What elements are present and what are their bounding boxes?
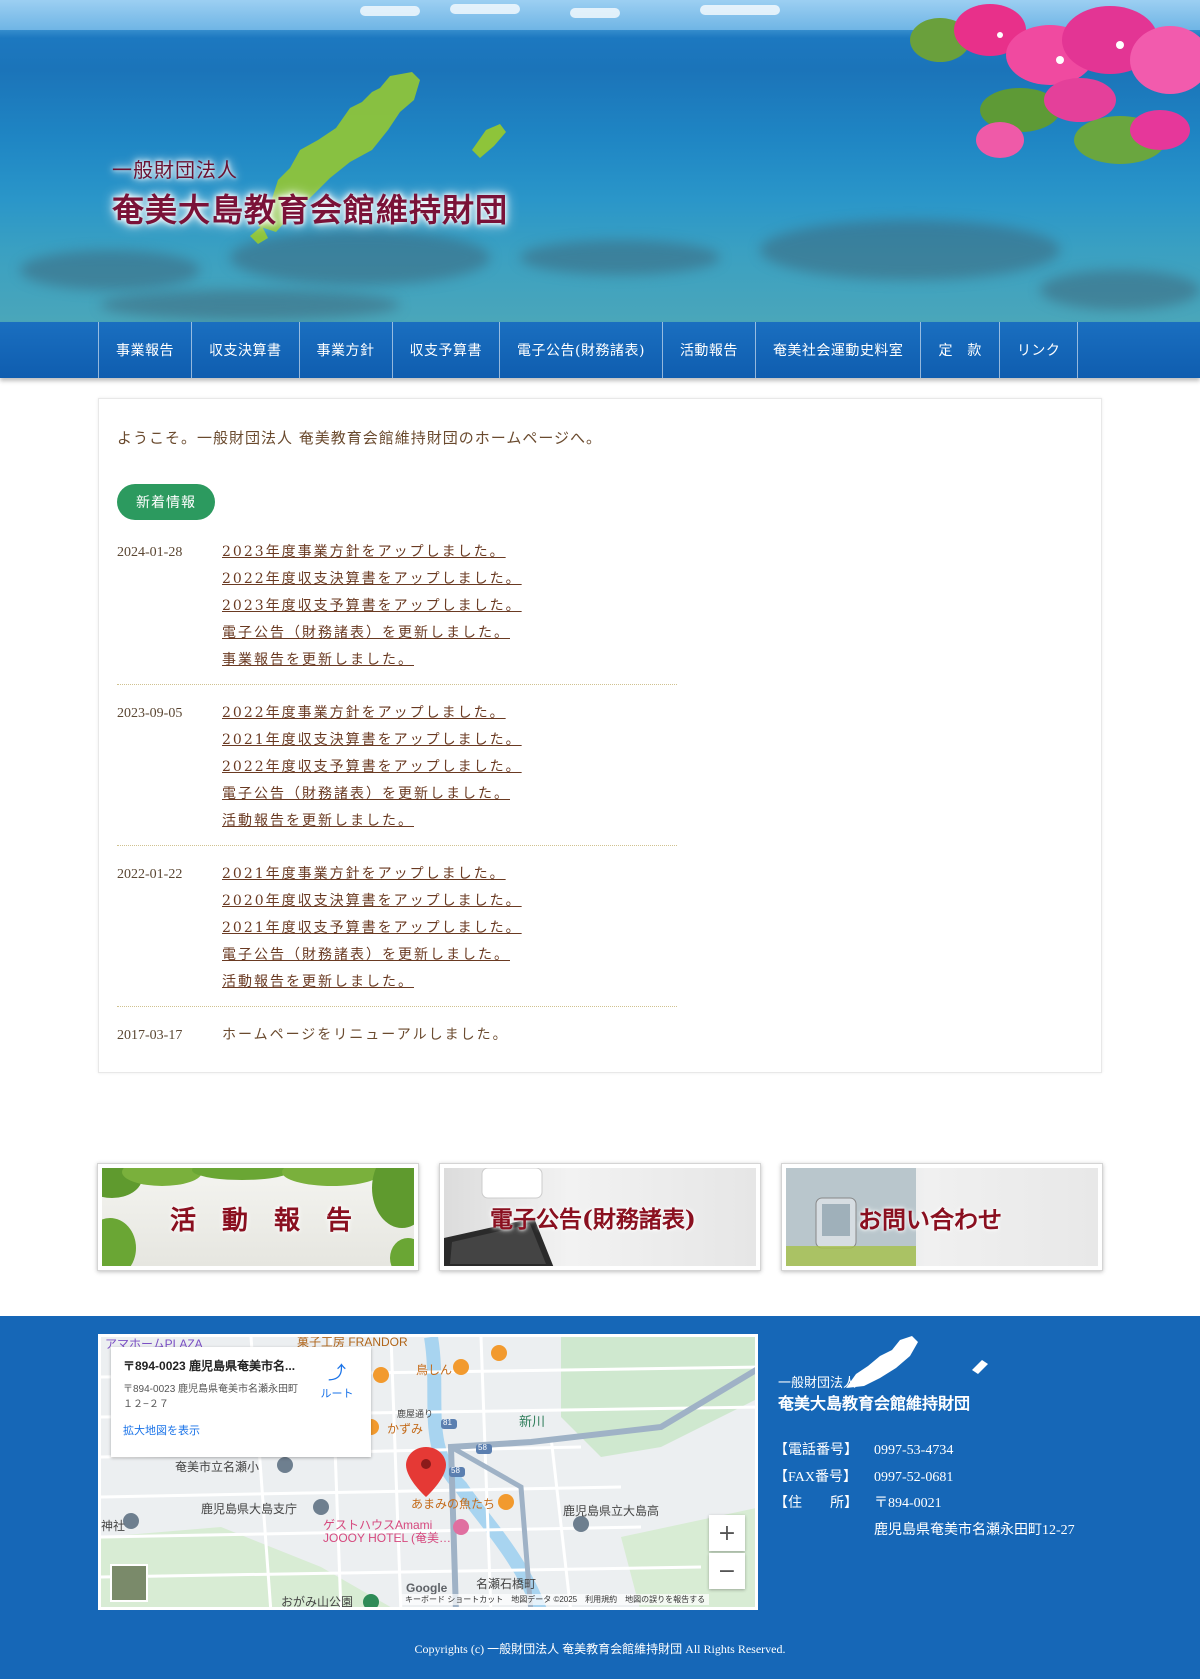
news-date: 2023-09-05 (117, 706, 183, 721)
footer-logo[interactable]: 一般財団法人 奄美大島教育会館維持財団 (776, 1330, 1006, 1420)
logo-org-name: 奄美大島教育会館維持財団 (112, 191, 509, 229)
news-link[interactable]: 2022年度収支決算書をアップしました。 (222, 566, 677, 593)
map-attribution[interactable]: キーボード ショートカット 地図データ ©2025 利用規約 地図の誤りを報告す… (401, 1594, 710, 1605)
contact-info: 【電話番号】 0997-53-4734 【FAX番号】 0997-52-0681… (774, 1438, 1075, 1544)
google-map[interactable]: アマホームPLAZA 菓子工房 FRANDOR 鳥しん かずみ 新川 奄美市立名… (98, 1334, 758, 1610)
news-link[interactable]: 電子公告（財務諸表）を更新しました。 (222, 781, 677, 808)
contact-banner[interactable]: お問い合わせ (781, 1163, 1103, 1271)
logo-org-type: 一般財団法人 (112, 158, 238, 182)
activity-report-banner[interactable]: 活 動 報 告 (97, 1163, 419, 1271)
news-date: 2017-03-17 (117, 1028, 183, 1043)
enlarge-map-link[interactable]: 拡大地図を表示 (123, 1422, 359, 1438)
map-label: 鳥しん (416, 1363, 453, 1377)
main-nav: 事業報告 収支決算書 事業方針 収支予算書 電子公告(財務諸表) 活動報告 奄美… (0, 322, 1200, 378)
nav-item-public-notice[interactable]: 電子公告(財務諸表) (500, 322, 663, 378)
nav-item-archives[interactable]: 奄美社会運動史料室 (756, 322, 922, 378)
activity-report-label: 活 動 報 告 (170, 1206, 353, 1236)
news-list: 2024-01-28 2023年度事業方針をアップしました。 2022年度収支決… (117, 539, 677, 1074)
news-date: 2024-01-28 (117, 545, 183, 560)
map-card-address: 〒894-0023 鹿児島県奄美市名瀬永田町１２−２７ (123, 1384, 299, 1410)
news-link[interactable]: 活動報告を更新しました。 (222, 808, 677, 835)
google-logo: Google (406, 1581, 448, 1595)
news-link[interactable]: 2023年度事業方針をアップしました。 (222, 539, 677, 566)
map-label: あまみの魚たち (411, 1497, 496, 1511)
copyright: Copyrights (c) 一般財団法人 奄美教育会館維持財団 All Rig… (414, 1642, 786, 1656)
address-value: 鹿児島県奄美市名瀬永田町12-27 (874, 1522, 1075, 1538)
map-label: 神社 (101, 1519, 126, 1533)
news-link[interactable]: 2022年度事業方針をアップしました。 (222, 700, 677, 727)
zoom-in-button[interactable]: + (709, 1515, 745, 1551)
map-info-card: 〒894-0023 鹿児島県奄美市名... 〒894-0023 鹿児島県奄美市名… (111, 1347, 371, 1457)
header-banner: 一般財団法人 奄美大島教育会館維持財団 (0, 0, 1200, 322)
news-badge: 新着情報 (117, 484, 215, 520)
road-shield: 58 (478, 1443, 487, 1452)
nav-item-articles[interactable]: 定 款 (921, 322, 1000, 378)
map-label: 鹿児島県立大島高 (563, 1504, 660, 1518)
news-group: 2017-03-17 ホームページをリニューアルしました。 (117, 1022, 677, 1059)
contact-label: お問い合わせ (858, 1205, 1002, 1234)
public-notice-label: 電子公告(財務諸表) (490, 1206, 696, 1233)
news-date: 2022-01-22 (117, 867, 183, 882)
public-notice-banner[interactable]: 電子公告(財務諸表) (439, 1163, 761, 1271)
news-text: ホームページをリニューアルしました。 (222, 1027, 509, 1043)
road-shield: 58 (451, 1466, 460, 1475)
bougainvillea-flowers (910, 4, 1200, 164)
news-link[interactable]: 活動報告を更新しました。 (222, 969, 677, 996)
fax-value: 0997-52-0681 (874, 1469, 954, 1485)
map-label: ゲストハウスAmami JOOOY HOTEL (奄美… (323, 1518, 452, 1545)
map-label: おがみ山公園 (281, 1595, 354, 1609)
news-link[interactable]: 電子公告（財務諸表）を更新しました。 (222, 942, 677, 969)
nav-item-activity-report[interactable]: 活動報告 (663, 322, 756, 378)
nav-item-budget[interactable]: 収支予算書 (393, 322, 500, 378)
fax-label: 【FAX番号】 (774, 1469, 857, 1485)
site-logo[interactable]: 一般財団法人 奄美大島教育会館維持財団 (112, 154, 508, 231)
news-link[interactable]: 2021年度収支決算書をアップしました。 (222, 727, 677, 754)
map-label: 鹿屋通り (397, 1409, 434, 1419)
news-link[interactable]: 事業報告を更新しました。 (222, 647, 677, 674)
address-label: 【住 所】 (774, 1496, 858, 1511)
news-link[interactable]: 電子公告（財務諸表）を更新しました。 (222, 620, 677, 647)
nav-item-policy[interactable]: 事業方針 (300, 322, 393, 378)
nav-item-settlement[interactable]: 収支決算書 (192, 322, 300, 378)
route-button[interactable]: ⤴ ルート (317, 1359, 357, 1401)
map-label: 鹿児島県大島支庁 (201, 1502, 298, 1516)
news-link[interactable]: 2021年度事業方針をアップしました。 (222, 861, 677, 888)
map-label: 名瀬石橋町 (476, 1577, 537, 1591)
zoom-out-button[interactable]: − (709, 1553, 745, 1589)
footer-org-name: 奄美大島教育会館維持財団 (778, 1394, 971, 1413)
news-group: 2024-01-28 2023年度事業方針をアップしました。 2022年度収支決… (117, 539, 677, 685)
nav-item-links[interactable]: リンク (1000, 322, 1079, 378)
route-label: ルート (320, 1388, 354, 1400)
tel-value: 0997-53-4734 (874, 1443, 954, 1458)
directions-icon: ⤴ (328, 1363, 346, 1384)
postal-code: 〒894-0021 (874, 1496, 942, 1511)
news-group: 2022-01-22 2021年度事業方針をアップしました。 2020年度収支決… (117, 861, 677, 1007)
footer-org-type: 一般財団法人 (778, 1376, 857, 1391)
news-group: 2023-09-05 2022年度事業方針をアップしました。 2021年度収支決… (117, 700, 677, 846)
road-shield: 81 (443, 1418, 452, 1427)
news-link[interactable]: 2023年度収支予算書をアップしました。 (222, 593, 677, 620)
news-link[interactable]: 2021年度収支予算書をアップしました。 (222, 915, 677, 942)
nav-item-business-report[interactable]: 事業報告 (99, 322, 192, 378)
map-label: 奄美市立名瀬小 (175, 1460, 260, 1474)
map-label: 新川 (519, 1414, 546, 1429)
main-content: ようこそ。一般財団法人 奄美教育会館維持財団のホームページへ。 新着情報 202… (98, 398, 1102, 1073)
news-link[interactable]: 2020年度収支決算書をアップしました。 (222, 888, 677, 915)
tel-label: 【電話番号】 (774, 1443, 858, 1458)
news-link[interactable]: 2022年度収支予算書をアップしました。 (222, 754, 677, 781)
map-label: かずみ (387, 1422, 424, 1436)
welcome-text: ようこそ。一般財団法人 奄美教育会館維持財団のホームページへ。 (117, 429, 603, 447)
